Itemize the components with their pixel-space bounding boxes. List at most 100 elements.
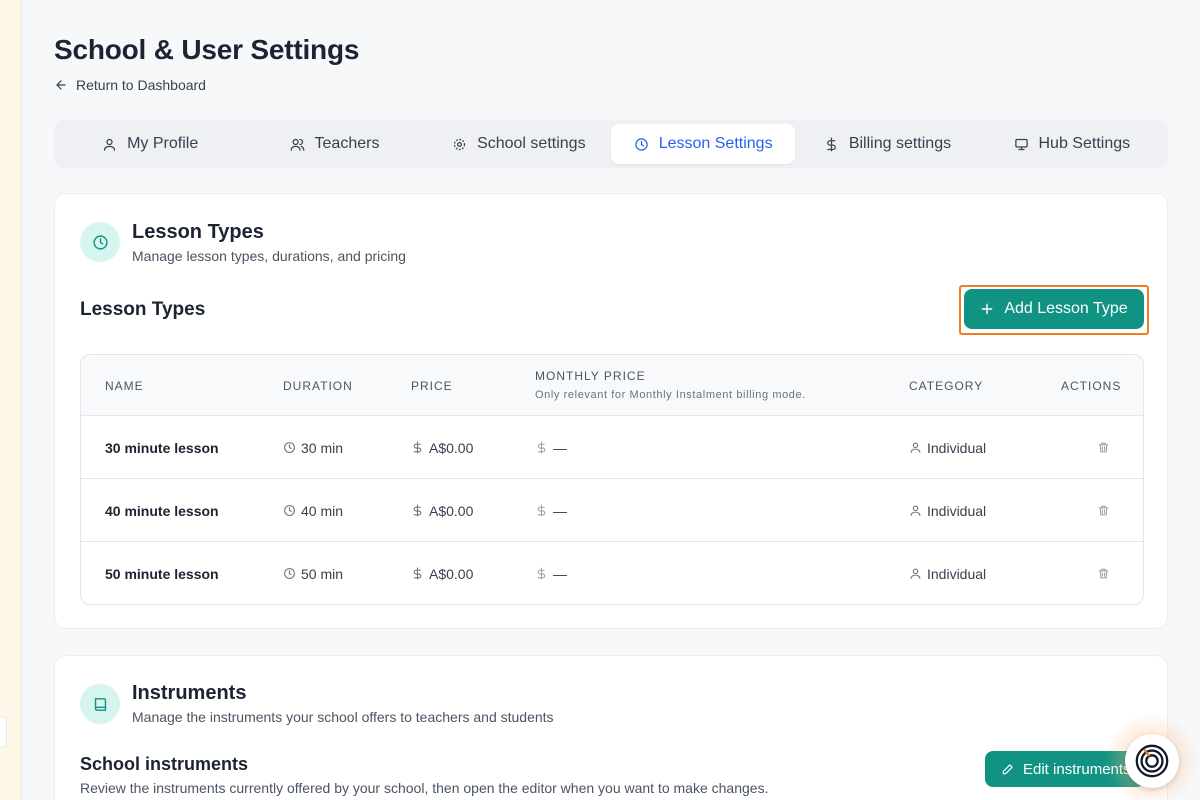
price-cell: A$0.00	[411, 479, 473, 542]
return-to-dashboard-label: Return to Dashboard	[76, 77, 206, 93]
tab-label: Teachers	[314, 135, 380, 152]
category-cell: Individual	[909, 416, 986, 479]
instruments-card: Instruments Manage the instruments your …	[54, 655, 1168, 800]
clock-icon	[284, 505, 295, 516]
clock-icon	[92, 234, 108, 250]
settings-tabs: My Profile Teachers School settings Less…	[54, 120, 1168, 168]
delete-button[interactable]	[1097, 542, 1110, 604]
card-subtitle: Manage lesson types, durations, and pric…	[132, 248, 406, 264]
category-value: Individual	[927, 502, 987, 519]
assistant-launcher-button[interactable]	[1125, 734, 1179, 788]
column-header-name: NAME	[105, 379, 144, 393]
clock-icon	[284, 568, 295, 579]
sidebar-handle[interactable]	[0, 716, 7, 748]
trash-icon	[1098, 568, 1109, 579]
column-header-actions: ACTIONS	[1061, 379, 1122, 393]
book-icon	[94, 697, 106, 711]
duration-value: 50 min	[301, 565, 344, 582]
user-icon	[910, 442, 921, 453]
category-cell: Individual	[909, 542, 987, 604]
dollar-icon	[413, 567, 422, 580]
duration-cell: 40 min	[283, 479, 343, 542]
tab-lesson-settings[interactable]: Lesson Settings	[610, 124, 796, 164]
lesson-name: 50 minute lesson	[105, 565, 219, 582]
section-description: Review the instruments currently offered…	[80, 780, 769, 796]
duration-value: 30 min	[301, 439, 344, 456]
add-lesson-type-label: Add Lesson Type	[1004, 300, 1128, 317]
table-header: NAME DURATION PRICE MONTHLY PRICE Only r…	[81, 355, 1143, 416]
column-header-monthly-price: MONTHLY PRICE	[535, 369, 646, 383]
tab-my-profile[interactable]: My Profile	[58, 124, 242, 164]
lesson-name: 40 minute lesson	[105, 502, 219, 519]
dollar-icon	[537, 441, 546, 454]
monthly-price-value: —	[553, 565, 567, 582]
card-subtitle: Manage the instruments your school offer…	[132, 709, 554, 725]
card-title: Instruments	[132, 682, 247, 704]
delete-button[interactable]	[1097, 479, 1110, 542]
price-value: A$0.00	[429, 502, 474, 519]
lesson-types-badge	[80, 222, 120, 262]
gear-icon	[453, 138, 466, 150]
price-cell: A$0.00	[411, 416, 473, 479]
duration-cell: 50 min	[283, 542, 344, 604]
left-sidebar-strip	[0, 0, 22, 800]
tab-label: School settings	[477, 135, 586, 152]
tab-label: Lesson Settings	[658, 135, 773, 152]
lesson-types-table: NAME DURATION PRICE MONTHLY PRICE Only r…	[80, 354, 1144, 605]
column-header-duration: DURATION	[283, 379, 353, 393]
add-lesson-type-button[interactable]: Add Lesson Type	[964, 289, 1144, 329]
lesson-name: 30 minute lesson	[105, 439, 219, 456]
duration-value: 40 min	[301, 502, 344, 519]
clock-icon	[284, 442, 295, 453]
dollar-icon	[413, 441, 422, 454]
column-header-category: CATEGORY	[909, 379, 984, 393]
lesson-types-card: Lesson Types Manage lesson types, durati…	[54, 193, 1168, 629]
monthly-price-cell: —	[535, 479, 567, 542]
monthly-price-cell: —	[535, 416, 567, 479]
user-icon	[910, 505, 921, 516]
monthly-price-value: —	[553, 502, 567, 519]
column-header-price: PRICE	[411, 379, 453, 393]
duration-cell: 30 min	[283, 416, 343, 479]
price-value: A$0.00	[429, 565, 474, 582]
delete-button[interactable]	[1097, 416, 1110, 479]
tab-label: Hub Settings	[1038, 135, 1131, 152]
instruments-badge	[80, 684, 120, 724]
spiral-icon	[1135, 744, 1169, 778]
tab-label: Billing settings	[848, 135, 952, 152]
category-value: Individual	[927, 439, 987, 456]
card-title: Lesson Types	[132, 221, 264, 243]
monthly-price-cell: —	[535, 542, 567, 604]
trash-icon	[1098, 442, 1109, 453]
section-title: Lesson Types	[80, 299, 206, 320]
clock-icon	[634, 137, 648, 151]
monitor-icon	[1014, 138, 1028, 150]
tab-hub-settings[interactable]: Hub Settings	[980, 124, 1164, 164]
dollar-icon	[413, 504, 422, 517]
tab-teachers[interactable]: Teachers	[242, 124, 426, 164]
price-value: A$0.00	[429, 439, 474, 456]
section-title: School instruments	[80, 754, 249, 774]
dollar-icon	[537, 567, 546, 580]
category-value: Individual	[927, 565, 987, 582]
return-to-dashboard-link[interactable]: Return to Dashboard	[54, 77, 206, 93]
tab-school-settings[interactable]: School settings	[427, 124, 611, 164]
plus-icon	[981, 303, 993, 315]
table-row: 50 minute lesson 50 min A$0.00 — Individ…	[81, 542, 1143, 604]
table-row: 30 minute lesson 30 min A$0.00 — Individ…	[81, 416, 1143, 479]
trash-icon	[1098, 505, 1109, 516]
table-row: 40 minute lesson 40 min A$0.00 — Individ…	[81, 479, 1143, 542]
tab-billing-settings[interactable]: Billing settings	[795, 124, 979, 164]
user-icon	[910, 568, 921, 579]
pencil-icon	[1002, 764, 1013, 775]
user-icon	[103, 138, 116, 151]
dollar-icon	[826, 137, 836, 151]
monthly-price-value: —	[553, 439, 567, 456]
price-cell: A$0.00	[411, 542, 474, 604]
monthly-price-note: Only relevant for Monthly Instalment bil…	[535, 389, 806, 401]
users-icon	[290, 138, 304, 151]
dollar-icon	[537, 504, 546, 517]
tab-label: My Profile	[127, 135, 199, 152]
arrow-left-icon	[56, 80, 66, 90]
page-title: School & User Settings	[54, 34, 360, 65]
